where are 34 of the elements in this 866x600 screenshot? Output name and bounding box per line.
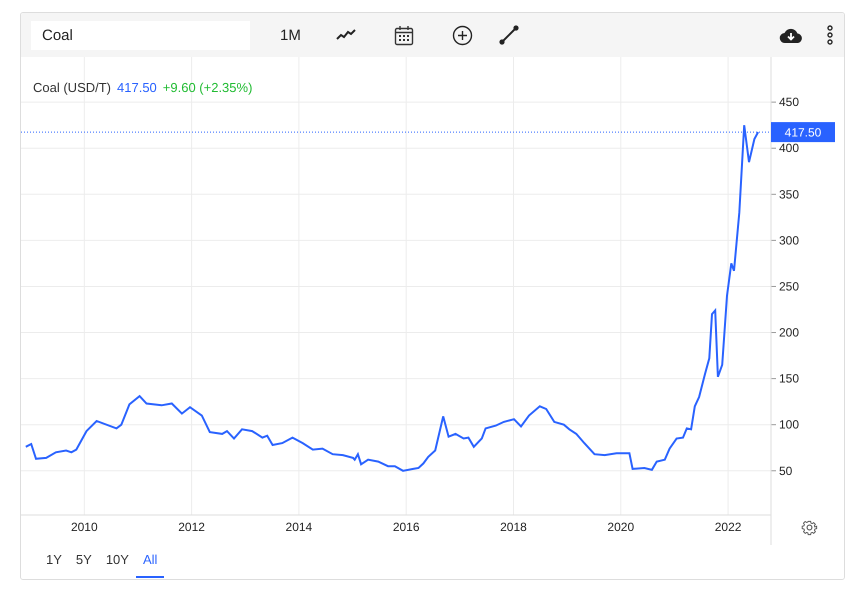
cloud-download-icon[interactable]: [779, 26, 803, 44]
axis-label: 2014: [286, 520, 312, 534]
last-price: 417.50: [117, 80, 157, 95]
range-tab[interactable]: 10Y: [98, 545, 136, 578]
axis-label: 2018: [500, 520, 527, 534]
line-chart-icon[interactable]: [336, 29, 356, 41]
axis-label: 200: [779, 326, 800, 340]
axis-label: 400: [779, 141, 800, 156]
calendar-icon[interactable]: [394, 24, 414, 46]
draw-line-icon[interactable]: [498, 25, 519, 45]
add-icon[interactable]: [452, 24, 473, 46]
axis-label: 300: [779, 233, 800, 248]
range-tab[interactable]: 5Y: [68, 545, 99, 578]
axis-label: 450: [779, 95, 800, 110]
axis-label: 50: [779, 464, 792, 478]
axis-label: 2020: [607, 520, 634, 534]
settings-icon[interactable]: [801, 519, 818, 536]
more-icon[interactable]: [826, 25, 834, 45]
interval-button[interactable]: 1M: [280, 26, 301, 44]
axis-label: 350: [779, 187, 800, 202]
price-tag-label: 417.50: [784, 126, 822, 140]
axis-label: 2022: [714, 520, 742, 534]
axis-label: 2012: [178, 520, 205, 534]
axis-label: 2016: [392, 520, 420, 534]
price-change: +9.60 (+2.35%): [162, 80, 252, 95]
search-field[interactable]: Coal: [31, 20, 250, 50]
axis-label: 2010: [70, 520, 98, 534]
axis-label: 150: [779, 372, 800, 386]
axis-label: 250: [779, 279, 800, 294]
series-name: Coal (USD/T): [33, 80, 112, 95]
range-tab[interactable]: 1Y: [39, 545, 69, 578]
axis-label: 100: [779, 418, 800, 432]
price-tag: [771, 122, 835, 142]
range-tab[interactable]: All: [136, 545, 164, 578]
